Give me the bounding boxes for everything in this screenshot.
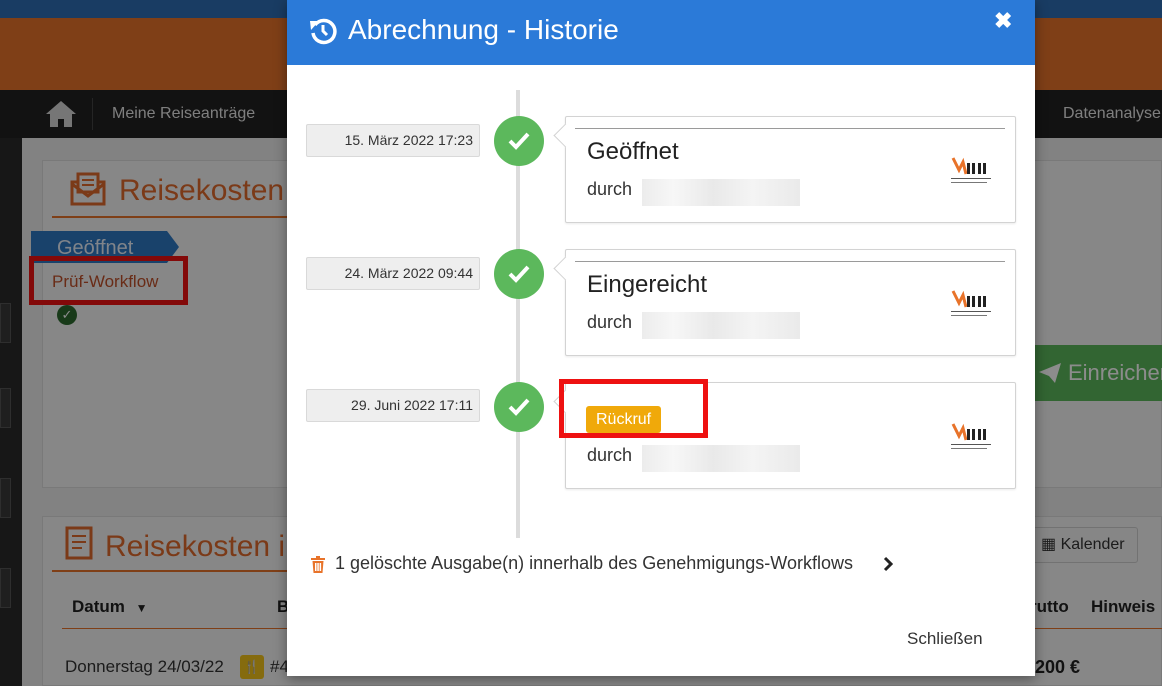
- deleted-expenses-text: 1 gelöschte Ausgabe(n) innerhalb des Gen…: [335, 553, 853, 573]
- redacted-user-name: [642, 179, 800, 206]
- check-icon: [494, 382, 544, 432]
- redacted-user-name: [642, 312, 800, 339]
- check-icon: [494, 249, 544, 299]
- timeline-date: 24. März 2022 09:44: [306, 257, 480, 290]
- company-logo-icon: [951, 290, 991, 316]
- timeline-date: 29. Juni 2022 17:11: [306, 389, 480, 422]
- timeline-card-by-label: durch: [587, 179, 633, 199]
- company-logo-icon: [951, 423, 991, 449]
- trash-icon: [311, 556, 325, 573]
- close-icon[interactable]: ✖: [994, 8, 1012, 34]
- check-icon: [494, 116, 544, 166]
- modal-header: Abrechnung - Historie ✖: [287, 0, 1035, 65]
- modal-title: Abrechnung - Historie: [348, 14, 619, 45]
- timeline-card: Geöffnet durch: [565, 116, 1016, 223]
- close-button[interactable]: Schließen: [907, 629, 983, 649]
- history-icon: [310, 18, 337, 45]
- redacted-user-name: [642, 445, 800, 472]
- timeline-card: Eingereicht durch: [565, 249, 1016, 356]
- chevron-right-icon: [883, 556, 893, 572]
- company-logo-icon: [951, 157, 991, 183]
- timeline-card-title: Eingereicht: [587, 271, 708, 298]
- history-modal: Abrechnung - Historie ✖ 15. März 2022 17…: [287, 0, 1035, 676]
- timeline-date: 15. März 2022 17:23: [306, 124, 480, 157]
- timeline-card-by-label: durch: [587, 312, 633, 332]
- timeline-card-by-label: durch: [587, 445, 633, 465]
- highlight-box-rueckruf: [559, 379, 708, 438]
- timeline-card-title: Geöffnet: [587, 138, 679, 165]
